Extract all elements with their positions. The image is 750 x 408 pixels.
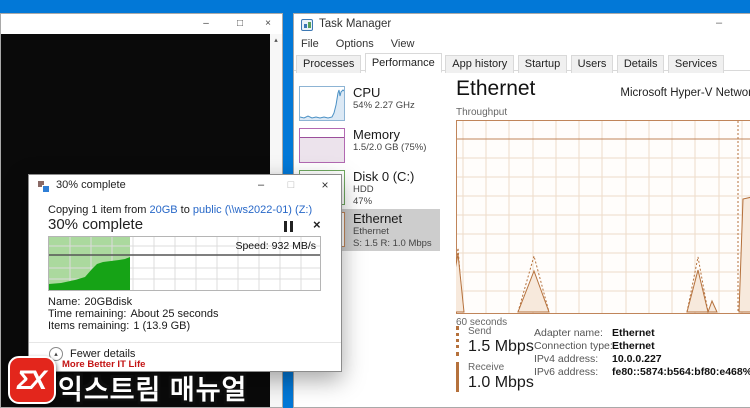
minimize-icon[interactable]: – [704,14,734,34]
detail-ipv6: IPv6 address: fe80::5874:b564:bf80:e468%4 [534,366,750,378]
window-title: Task Manager [319,18,392,30]
tab-services[interactable]: Services [667,55,725,73]
receive-value: 1.0 Mbps [468,374,534,391]
sidebar-item-cpu[interactable]: CPU 54% 2.27 GHz [294,83,440,125]
sidebar-disk-type: HDD [353,184,374,195]
sidebar-ethernet-title: Ethernet [353,211,403,226]
close-icon[interactable]: × [255,14,281,34]
sidebar-memory-title: Memory [353,127,400,142]
dialog-titlebar: 30% complete – □ × [29,175,341,197]
tab-startup[interactable]: Startup [517,55,568,73]
send-value: 1.5 Mbps [468,338,534,355]
speed-readout: Speed: 932 MB/s [235,240,316,252]
menu-bar: File Options View [294,37,421,53]
copy-text: Copying 1 item from [48,204,150,216]
copy-icon [38,181,50,193]
pause-icon[interactable] [281,221,297,233]
ethernet-throughput-graph [456,120,750,314]
detail-adapter-name: Adapter name: Ethernet [534,327,655,339]
maximize-icon[interactable]: □ [227,14,253,34]
sidebar-ethernet-name: Ethernet [353,226,389,237]
detail-connection-type: Connection type:Ethernet [534,340,655,352]
page-title: Ethernet [456,77,536,100]
file-name-row: Name: 20GBdisk [48,296,133,308]
minimize-icon[interactable]: – [249,175,273,197]
minimize-icon[interactable]: – [193,14,219,34]
menu-file[interactable]: File [294,37,326,51]
copy-text: to [177,204,193,216]
tab-app-history[interactable]: App history [445,55,515,73]
menu-options[interactable]: Options [329,37,381,51]
send-stat: Send 1.5 Mbps [456,326,534,356]
sidebar-cpu-title: CPU [353,85,381,100]
items-remaining-row: Items remaining: 1 (13.9 GB) [48,320,191,332]
progress-heading: 30% complete [48,216,144,233]
sidebar-memory-stats: 1.5/2.0 GB (75%) [353,142,427,153]
background-window-titlebar: – □ × [1,14,282,34]
task-manager-window: Task Manager – File Options View Process… [293,13,750,408]
logo-title: 익스트림 매뉴얼 [58,375,248,405]
copy-speed-graph: Speed: 932 MB/s [48,236,321,291]
tab-bar: Processes Performance App history Startu… [294,53,750,73]
sidebar-ethernet-stats: S: 1.5 R: 1.0 Mbps [353,237,432,249]
memory-mini-graph-icon [299,128,345,163]
desktop: – □ × ▴ Task Manager – File Options View… [0,0,750,408]
sidebar-item-memory[interactable]: Memory 1.5/2.0 GB (75%) [294,125,440,167]
copy-progress-dialog: 30% complete – □ × Copying 1 item from 2… [28,174,342,372]
receive-stat: Receive 1.0 Mbps [456,362,534,392]
sidebar-disk-title: Disk 0 (C:) [353,169,415,184]
tab-performance[interactable]: Performance [364,53,442,73]
divider [29,342,341,343]
task-manager-icon [301,19,313,31]
ex-logo-icon: ΣX [8,356,56,404]
maximize-icon[interactable]: □ [279,175,303,197]
tab-details[interactable]: Details [616,55,665,73]
adapter-name: Microsoft Hyper-V Networ [620,87,750,99]
throughput-label: Throughput [456,107,508,118]
send-label: Send [468,326,492,337]
sidebar-disk-usage: 47% [353,195,373,207]
source-link[interactable]: 20GB [149,204,177,216]
time-remaining-row: Time remaining: About 25 seconds [48,308,219,320]
destination-link[interactable]: public (\\ws2022-01) (Z:) [193,204,312,216]
sidebar-cpu-stats: 54% 2.27 GHz [353,100,415,111]
cancel-icon[interactable]: × [313,217,321,232]
site-logo: ΣX More Better IT Life 익스트림 매뉴얼 [0,350,260,408]
detail-ipv4: IPv4 address: 10.0.0.227 [534,353,662,365]
tab-processes[interactable]: Processes [296,55,362,73]
dialog-title: 30% complete [56,179,126,191]
close-icon[interactable]: × [309,175,341,197]
tab-users[interactable]: Users [570,55,614,73]
scroll-up-icon[interactable]: ▴ [270,34,282,48]
cpu-mini-graph-icon [299,86,345,121]
receive-label: Receive [468,362,505,373]
task-manager-titlebar: Task Manager – [294,14,750,36]
adapter-details: Adapter name: Ethernet Connection type:Et… [534,327,750,379]
menu-view[interactable]: View [384,37,422,51]
copy-description: Copying 1 item from 20GB to public (\\ws… [48,204,312,216]
